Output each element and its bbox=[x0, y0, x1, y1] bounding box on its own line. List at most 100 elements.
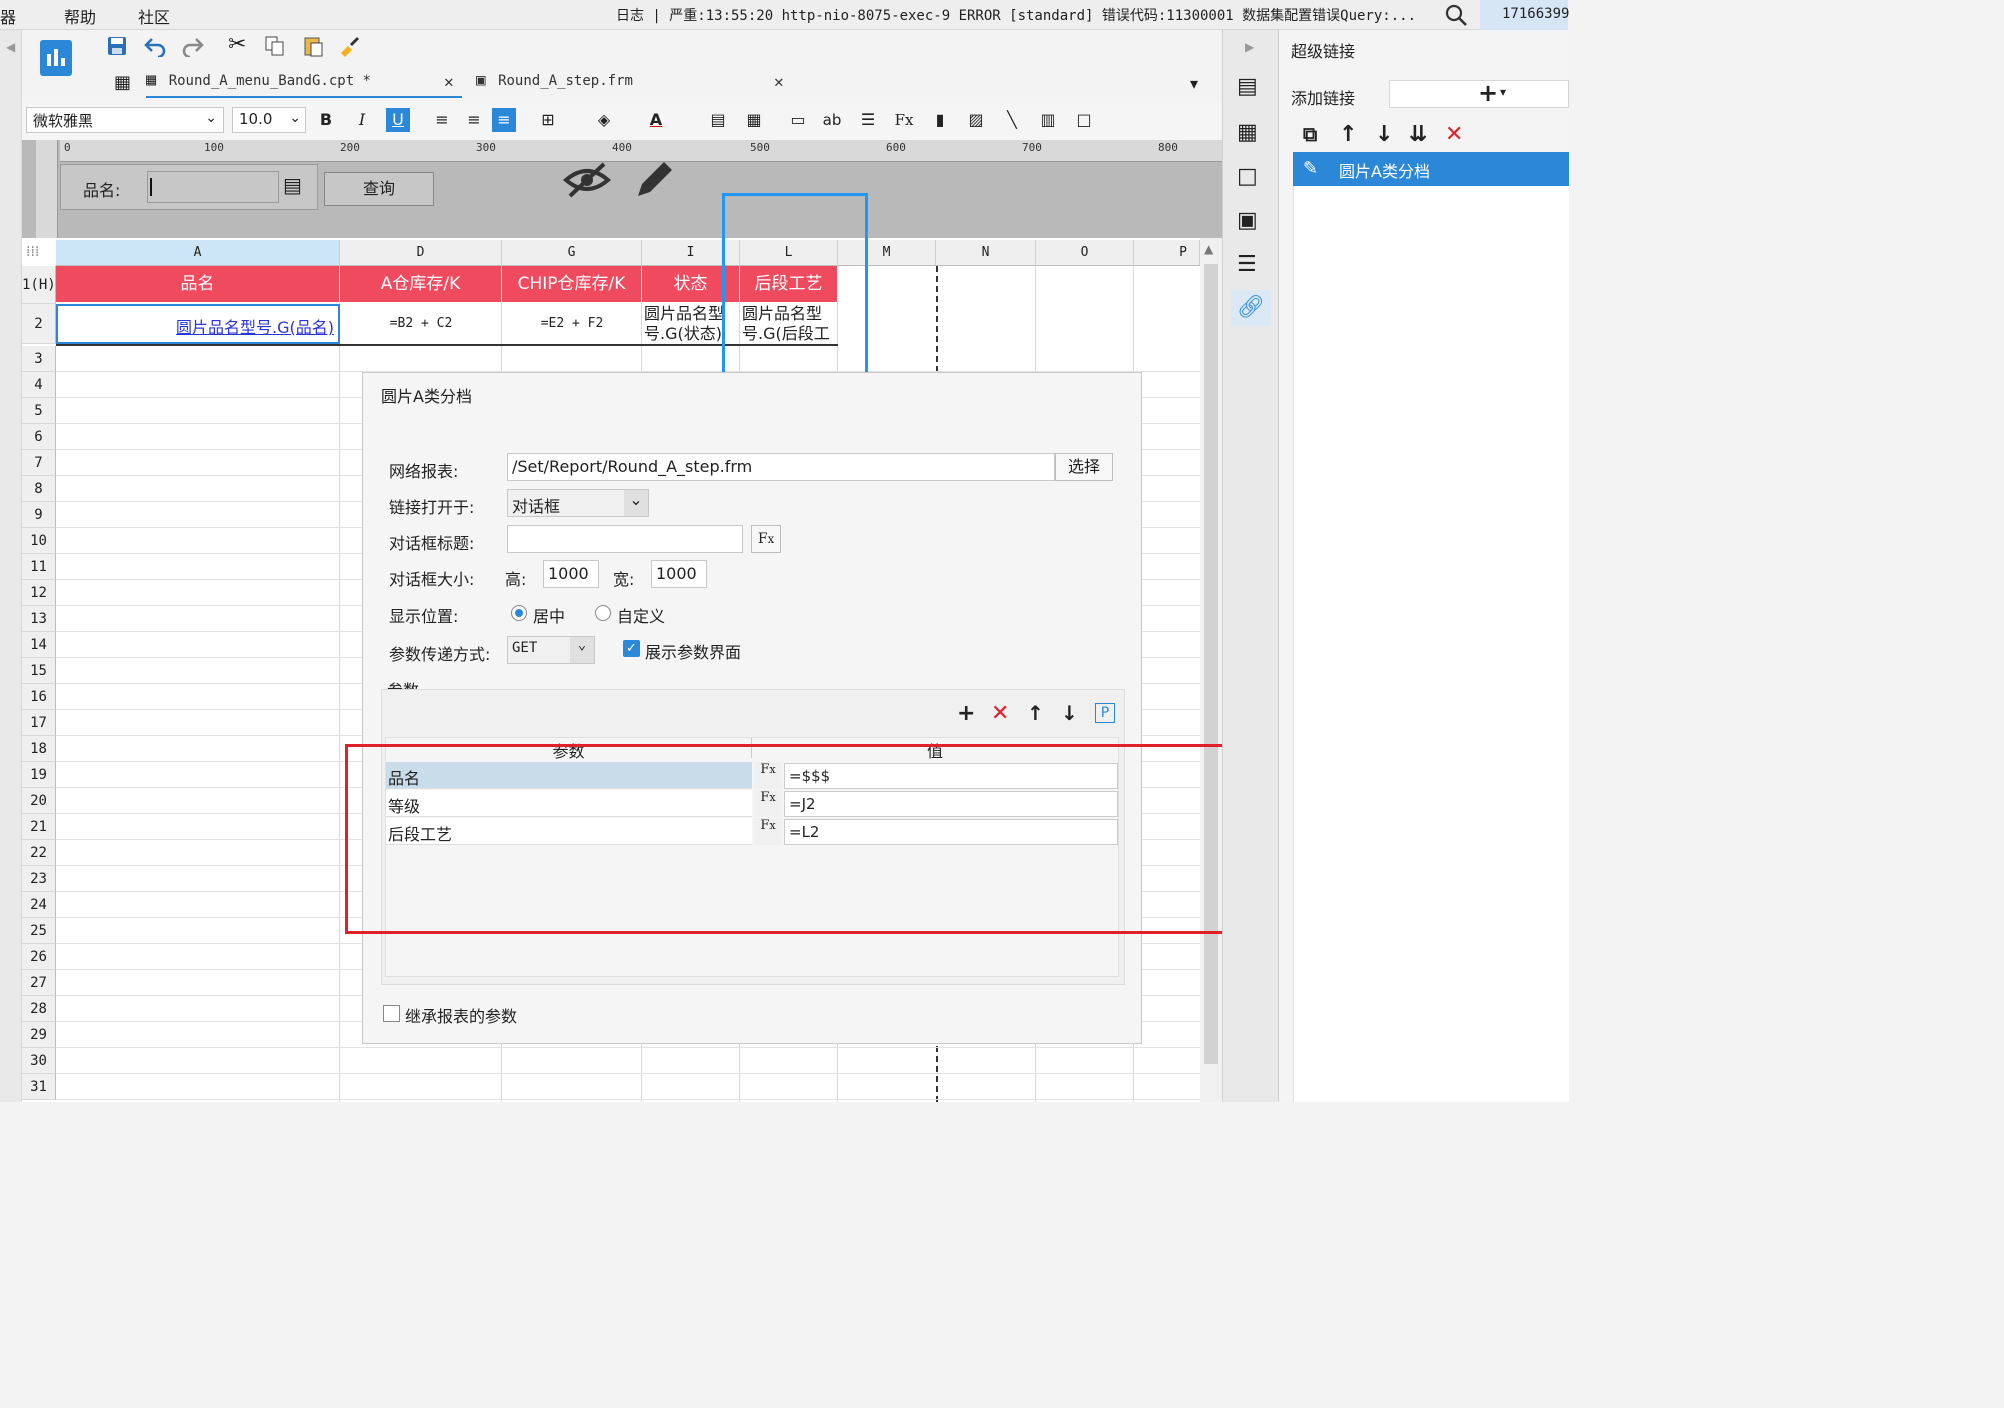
move-link-down-icon[interactable]: ↓ bbox=[1375, 122, 1393, 147]
row-header[interactable]: 13 bbox=[22, 606, 56, 632]
border-icon[interactable]: ⊞ bbox=[536, 108, 560, 132]
tab-round-a-menu[interactable]: ▦ Round_A_menu_BandG.cpt * ✕ bbox=[146, 70, 462, 98]
width-input[interactable]: 1000 bbox=[651, 560, 707, 588]
rich-text-icon[interactable]: ☰ bbox=[856, 108, 880, 132]
param-picker-icon[interactable]: P bbox=[1095, 703, 1115, 723]
fill-color-icon[interactable]: ◈ bbox=[592, 108, 616, 132]
app-logo-icon[interactable] bbox=[40, 40, 72, 76]
collapse-left-icon[interactable]: ◀ bbox=[6, 40, 15, 54]
row-header[interactable]: 1(H) bbox=[22, 266, 56, 304]
image-icon[interactable]: ▨ bbox=[964, 108, 988, 132]
column-header-a[interactable]: A bbox=[56, 240, 340, 266]
add-link-button[interactable]: + ▾ bbox=[1389, 79, 1569, 108]
chevron-down-icon[interactable]: ▾ bbox=[1500, 85, 1506, 99]
row-header[interactable]: 22 bbox=[22, 840, 56, 866]
bold-button[interactable]: B bbox=[314, 108, 338, 132]
row-header[interactable]: 20 bbox=[22, 788, 56, 814]
tab-menu-icon[interactable]: ▾ bbox=[1190, 74, 1198, 93]
split-cells-icon[interactable]: ▦ bbox=[742, 108, 766, 132]
menu-item-server[interactable]: 器 bbox=[0, 4, 16, 28]
column-header-p[interactable]: P bbox=[1134, 240, 1200, 266]
position-center-radio[interactable] bbox=[511, 605, 527, 621]
menu-item-help[interactable]: 帮助 bbox=[64, 4, 96, 28]
scrollbar-thumb[interactable] bbox=[1204, 264, 1218, 1064]
menu-item-community[interactable]: 社区 bbox=[138, 4, 170, 28]
method-select[interactable]: GET ⌄ bbox=[507, 636, 595, 664]
calendar-icon[interactable]: ▤ bbox=[283, 173, 302, 197]
delete-link-icon[interactable]: ✕ bbox=[1445, 122, 1463, 147]
tab-round-a-step[interactable]: ▣ Round_A_step.frm ✕ bbox=[476, 70, 792, 98]
inherit-params-checkbox[interactable] bbox=[383, 1005, 400, 1022]
report-path-input[interactable]: /Set/Report/Round_A_step.frm bbox=[507, 453, 1055, 481]
slash-icon[interactable]: ╲ bbox=[1000, 108, 1024, 132]
dialog-title-input[interactable] bbox=[507, 525, 743, 553]
row-header[interactable]: 3 bbox=[22, 346, 56, 372]
paste-icon[interactable] bbox=[302, 35, 324, 57]
font-family-select[interactable]: 微软雅黑 ⌄ bbox=[26, 107, 224, 133]
query-button[interactable]: 查询 bbox=[324, 172, 434, 206]
column-header-o[interactable]: O bbox=[1036, 240, 1134, 266]
move-up-icon[interactable]: ↑ bbox=[1027, 701, 1044, 725]
open-in-select[interactable]: 对话框 ⌄ bbox=[507, 489, 649, 517]
redo-icon[interactable] bbox=[182, 35, 204, 57]
edit-pencil-icon[interactable] bbox=[632, 156, 678, 202]
form-settings-icon[interactable]: ▣ bbox=[1237, 208, 1258, 233]
row-header[interactable]: 27 bbox=[22, 970, 56, 996]
link-list-item[interactable]: ✎ 圆片A类分档 bbox=[1293, 152, 1569, 186]
row-header[interactable]: 12 bbox=[22, 580, 56, 606]
close-tab-icon[interactable]: ✕ bbox=[774, 72, 784, 91]
subreport-icon[interactable]: ▥ bbox=[1036, 108, 1060, 132]
font-color-icon[interactable]: A bbox=[644, 108, 668, 132]
row-header[interactable]: 24 bbox=[22, 892, 56, 918]
chevron-down-icon[interactable]: ⌄ bbox=[289, 110, 301, 126]
undo-icon[interactable] bbox=[144, 35, 166, 57]
header-cell-chip-stock[interactable]: CHIP仓库存/K bbox=[502, 266, 642, 302]
show-params-checkbox[interactable]: ✓ bbox=[623, 640, 640, 657]
close-tab-icon[interactable]: ✕ bbox=[444, 72, 454, 91]
hide-eye-icon[interactable] bbox=[562, 160, 612, 200]
column-header-n[interactable]: N bbox=[936, 240, 1036, 266]
frame-icon[interactable]: □ bbox=[1072, 108, 1096, 132]
align-left-icon[interactable]: ≡ bbox=[430, 108, 454, 132]
merge-cells-icon[interactable]: ▤ bbox=[706, 108, 730, 132]
height-input[interactable]: 1000 bbox=[543, 560, 599, 588]
hyperlink-panel-icon[interactable]: 🔗︎ bbox=[1231, 290, 1271, 326]
row-header[interactable]: 31 bbox=[22, 1074, 56, 1100]
widget-settings-icon[interactable]: □ bbox=[1237, 164, 1258, 189]
font-size-select[interactable]: 10.0 ⌄ bbox=[232, 107, 306, 133]
vertical-scrollbar[interactable]: ▲ bbox=[1200, 238, 1222, 1102]
expand-right-icon[interactable]: ▶ bbox=[1245, 40, 1254, 54]
italic-button[interactable]: I bbox=[350, 108, 374, 132]
scroll-up-icon[interactable]: ▲ bbox=[1204, 242, 1213, 256]
save-icon[interactable] bbox=[106, 35, 128, 57]
position-custom-radio[interactable] bbox=[595, 605, 611, 621]
formula-button[interactable]: Fx bbox=[751, 525, 781, 553]
header-cell-a-stock[interactable]: A仓库存/K bbox=[340, 266, 502, 302]
row-header[interactable]: 5 bbox=[22, 398, 56, 424]
cell-a2[interactable]: 圆片品名型号.G(品名) bbox=[56, 304, 340, 344]
cell-attribute-icon[interactable]: ▤ bbox=[1237, 74, 1258, 99]
formula-icon[interactable]: Fx bbox=[892, 108, 916, 132]
row-header[interactable]: 30 bbox=[22, 1048, 56, 1074]
insert-widget-icon[interactable]: ▭ bbox=[786, 108, 810, 132]
underline-button[interactable]: U bbox=[386, 108, 410, 132]
text-icon[interactable]: ab bbox=[820, 108, 844, 132]
row-header[interactable]: 2 bbox=[22, 304, 56, 344]
row-header[interactable]: 26 bbox=[22, 944, 56, 970]
sort-icon[interactable]: ⇊ bbox=[1409, 122, 1427, 147]
row-header[interactable]: 11 bbox=[22, 554, 56, 580]
row-header[interactable]: 17 bbox=[22, 710, 56, 736]
search-icon[interactable] bbox=[1444, 3, 1468, 27]
row-header[interactable]: 15 bbox=[22, 658, 56, 684]
row-header[interactable]: 28 bbox=[22, 996, 56, 1022]
param-input[interactable] bbox=[147, 171, 279, 203]
row-header[interactable]: 19 bbox=[22, 762, 56, 788]
row-header[interactable]: 10 bbox=[22, 528, 56, 554]
log-status-text[interactable]: 日志 | 严重:13:55:20 http-nio-8075-exec-9 ER… bbox=[616, 5, 1416, 25]
copy-link-icon[interactable]: ⧉ bbox=[1303, 122, 1317, 146]
cell-element-icon[interactable]: ▦ bbox=[1237, 120, 1258, 145]
row-header[interactable]: 9 bbox=[22, 502, 56, 528]
cell-g2[interactable]: =E2 + F2 bbox=[502, 316, 642, 331]
row-header[interactable]: 29 bbox=[22, 1022, 56, 1048]
row-header[interactable]: 14 bbox=[22, 632, 56, 658]
